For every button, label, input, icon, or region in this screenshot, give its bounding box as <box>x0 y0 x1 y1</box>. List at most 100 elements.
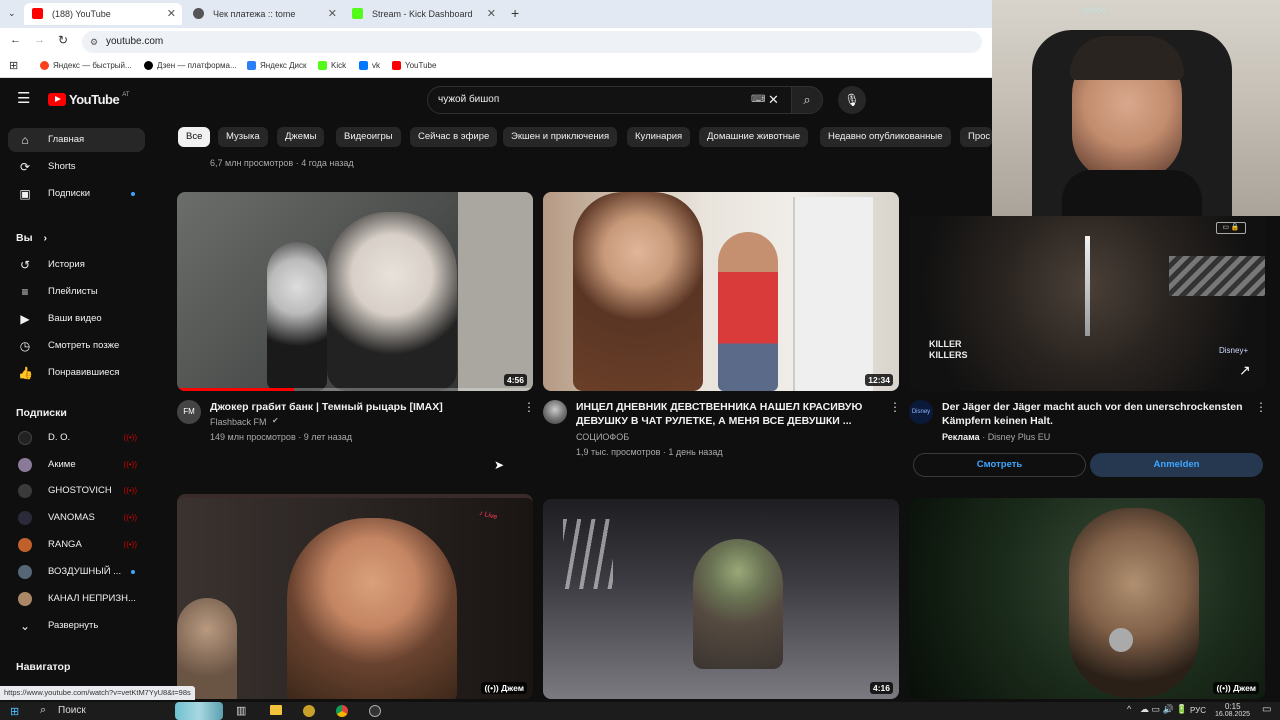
new-tab-button[interactable]: + <box>511 5 519 21</box>
bookmark-kick[interactable]: Kick <box>318 61 346 70</box>
sidebar-expand[interactable]: ⌄ Развернуть <box>8 614 145 638</box>
live-icon: ((•)) <box>123 433 137 442</box>
sidebar-sub-channel[interactable]: КАНАЛ НЕПРИЗН... <box>8 587 145 611</box>
chip-music[interactable]: Музыка <box>218 127 268 147</box>
chip-live[interactable]: Сейчас в эфире <box>410 127 498 147</box>
close-tab-icon[interactable]: ✕ <box>487 7 496 20</box>
clear-search-icon[interactable]: ✕ <box>768 87 779 113</box>
video-thumbnail[interactable]: 4:16 <box>543 499 899 699</box>
avatar <box>18 458 32 472</box>
search-icon[interactable]: ⌕ <box>40 704 46 717</box>
windows-start-icon[interactable]: ⊞ <box>10 705 19 718</box>
task-view-icon[interactable]: ▥ <box>236 704 246 717</box>
ad-thumbnail[interactable]: KILLER KILLERS Disney+ ↗ ▭ 🔒 <box>909 216 1265 391</box>
tray-chevron-icon[interactable]: ^ <box>1127 704 1131 714</box>
back-icon[interactable]: ← <box>10 34 21 46</box>
app-icon[interactable] <box>303 705 315 717</box>
bookmark-yandex-disk[interactable]: Яндекс Диск <box>247 61 307 70</box>
open-external-icon[interactable]: ↗ <box>1239 362 1251 379</box>
more-options-icon[interactable]: ⋮ <box>523 400 535 414</box>
search-button[interactable]: ⌕ <box>791 86 823 114</box>
tray-icons[interactable]: ☁ ▭ 🔊 🔋 <box>1140 704 1187 715</box>
webcam-person-hair <box>1070 36 1184 80</box>
reload-icon[interactable]: ↻ <box>58 33 68 47</box>
video-title-line2[interactable]: ДЕВУШКУ В ЧАТ РУЛЕТКЕ, А МЕНЯ ВСЕ ДЕВУШК… <box>576 414 876 428</box>
chip-jams[interactable]: Джемы <box>277 127 325 147</box>
video-thumbnail[interactable]: ♪ Live ((•)) Джем <box>177 494 533 699</box>
file-explorer-icon[interactable] <box>270 705 282 715</box>
search-input[interactable]: чужой бишоп ⌨ ✕ <box>427 86 792 114</box>
sidebar-sub-channel[interactable]: GHOSTOVICH ((•)) <box>8 479 145 503</box>
ad-title-line2[interactable]: Kämpfern keinen Halt. <box>942 414 1252 428</box>
video-thumbnail[interactable]: 12:34 <box>543 192 899 391</box>
taskbar-search-label[interactable]: Поиск <box>58 705 86 716</box>
more-options-icon[interactable]: ⋮ <box>889 400 901 414</box>
keyboard-icon[interactable]: ⌨ <box>751 87 765 113</box>
subscriptions-icon: ▣ <box>19 187 31 201</box>
site-info-icon[interactable]: ⚙ <box>90 31 98 53</box>
ad-signup-button[interactable]: Anmelden <box>1090 453 1263 477</box>
close-tab-icon[interactable]: ✕ <box>167 7 176 20</box>
chip-recent[interactable]: Недавно опубликованные <box>820 127 951 147</box>
ad-title-line1[interactable]: Der Jäger der Jäger macht auch vor den u… <box>942 400 1252 414</box>
chip-pets[interactable]: Домашние животные <box>699 127 809 147</box>
sidebar-item-home[interactable]: ⌂ Главная <box>8 128 145 152</box>
sidebar-sub-channel[interactable]: VANOMAS ((•)) <box>8 506 145 530</box>
more-options-icon[interactable]: ⋮ <box>1255 400 1267 414</box>
sidebar-item-your-videos[interactable]: ▶ Ваши видео <box>8 307 145 331</box>
tab-payment[interactable]: Чек платежа :: tome ✕ <box>185 3 343 25</box>
bookmark-yandex[interactable]: Яндекс — быстрый... <box>40 61 132 70</box>
clock-date[interactable]: 16.08.2025 <box>1215 711 1250 718</box>
apps-grid-icon[interactable]: ⊞ <box>9 59 18 72</box>
tab-youtube[interactable]: (188) YouTube ✕ <box>24 3 182 25</box>
chip-action[interactable]: Экшен и приключения <box>503 127 618 147</box>
channel-name[interactable]: Disney Plus EU <box>988 432 1051 442</box>
sidebar-sub-channel[interactable]: RANGA ((•)) <box>8 533 145 557</box>
sidebar-sub-channel[interactable]: Акиме ((•)) <box>8 453 145 477</box>
forward-icon[interactable]: → <box>34 34 45 46</box>
url-input[interactable]: ⚙ youtube.com <box>82 31 982 53</box>
channel-avatar[interactable]: Disney <box>909 400 933 424</box>
language-indicator[interactable]: РУС <box>1190 706 1206 715</box>
channel-name[interactable]: Flashback FM <box>210 415 267 429</box>
channel-avatar[interactable] <box>543 400 567 424</box>
chip-cooking[interactable]: Кулинария <box>627 127 691 147</box>
bookmark-youtube[interactable]: YouTube <box>392 61 436 70</box>
voice-search-button[interactable]: 🎙 <box>838 86 866 114</box>
tab-list-chevron-icon[interactable]: ⌄ <box>8 8 16 19</box>
bookmark-vk[interactable]: vk <box>359 61 380 70</box>
bookmark-dzen[interactable]: Дзен — платформа... <box>144 61 237 70</box>
chip-more[interactable]: Прос <box>960 127 992 147</box>
new-content-dot-icon <box>131 570 135 574</box>
sidebar-item-history[interactable]: ↺ История <box>8 253 145 277</box>
chip-all[interactable]: Все <box>178 127 211 147</box>
chrome-icon[interactable] <box>336 705 348 717</box>
close-tab-icon[interactable]: ✕ <box>328 7 337 20</box>
ad-watch-button[interactable]: Смотреть <box>913 453 1086 477</box>
video-title[interactable]: Джокер грабит банк | Темный рыцарь [IMAX… <box>210 400 510 414</box>
tab-kick[interactable]: Stream - Kick Dashboard ✕ <box>344 3 502 25</box>
notifications-icon[interactable]: ▭ <box>1262 704 1271 715</box>
ad-info-icon[interactable]: ▭ 🔒 <box>1216 222 1246 234</box>
sidebar-you-header[interactable]: Вы › <box>8 226 145 250</box>
sidebar-item-watch-later[interactable]: ◷ Смотреть позже <box>8 334 145 358</box>
channel-avatar[interactable]: FM <box>177 400 201 424</box>
thumb-singer <box>287 518 457 699</box>
channel-name[interactable]: СОЦИОФОБ <box>576 430 629 444</box>
video-thumbnail[interactable]: ((•)) Джем <box>909 498 1265 699</box>
obs-icon[interactable] <box>369 705 381 717</box>
video-title-line1[interactable]: ИНЦЕЛ ДНЕВНИК ДЕВСТВЕННИКА НАШЕЛ КРАСИВУ… <box>576 400 876 414</box>
webcam-neon-sign: ◌◌◌◌◌ <box>1082 6 1106 15</box>
video-thumbnail[interactable]: 4:56 <box>177 192 533 391</box>
sidebar-item-shorts[interactable]: ⟳ Shorts <box>8 155 145 179</box>
sidebar-item-playlists[interactable]: ≡ Плейлисты <box>8 280 145 304</box>
clock-time[interactable]: 0:15 <box>1225 702 1241 711</box>
chip-videogames[interactable]: Видеоигры <box>336 127 401 147</box>
sidebar-item-liked[interactable]: 👍 Понравившиеся <box>8 361 145 385</box>
widget-icon[interactable] <box>175 702 223 720</box>
youtube-logo[interactable]: YouTube AT <box>48 92 129 107</box>
sidebar-item-subscriptions[interactable]: ▣ Подписки <box>8 182 145 206</box>
sidebar-sub-channel[interactable]: ВОЗДУШНЫЙ ... <box>8 560 145 584</box>
sidebar-sub-channel[interactable]: D. O. ((•)) <box>8 426 145 450</box>
menu-icon[interactable]: ☰ <box>17 91 30 106</box>
